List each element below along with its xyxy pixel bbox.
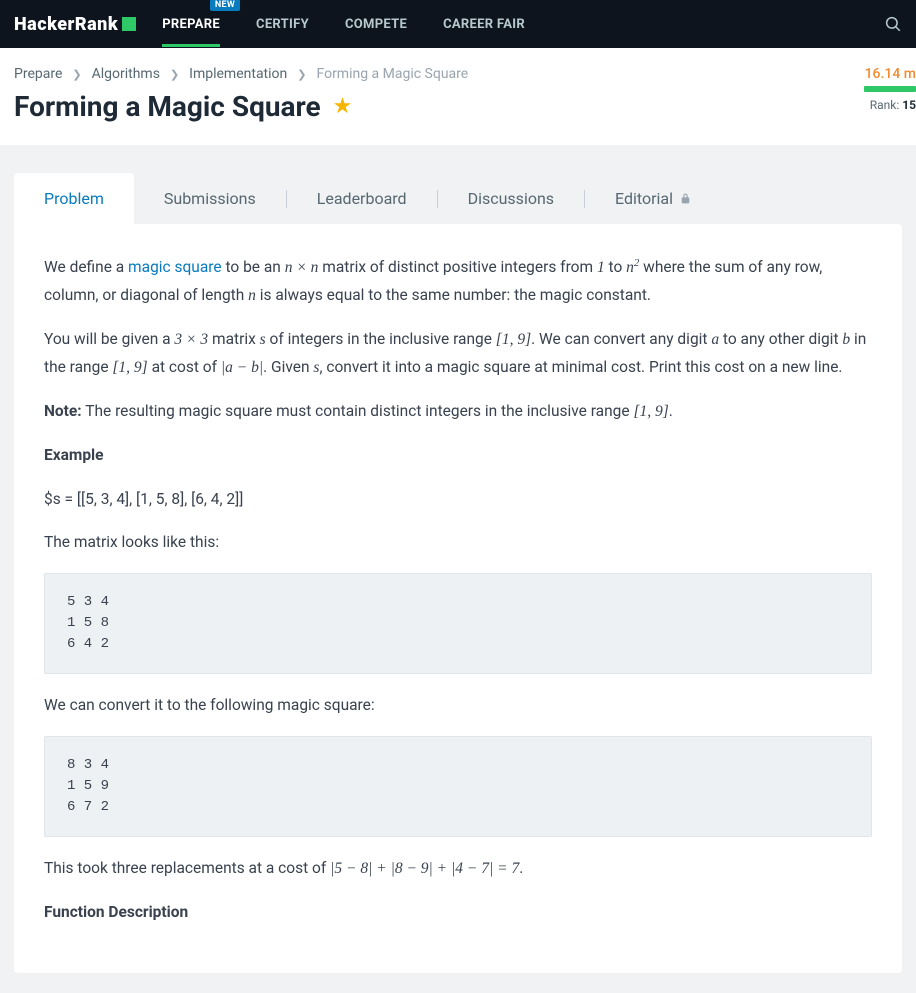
logo-text: HackerRank — [14, 14, 118, 35]
tab-discussions[interactable]: Discussions — [438, 173, 584, 224]
page-title: Forming a Magic Square — [14, 90, 321, 123]
logo[interactable]: HackerRank — [14, 14, 136, 35]
rank-box: 16.14 m Rank: 15 — [864, 66, 916, 112]
star-icon[interactable]: ★ — [333, 94, 353, 119]
rank-label: Rank: 15 — [864, 98, 916, 112]
tab-editorial[interactable]: Editorial — [585, 173, 722, 224]
lock-icon — [679, 192, 692, 205]
breadcrumb-algorithms[interactable]: Algorithms — [92, 66, 160, 82]
tab-submissions[interactable]: Submissions — [134, 173, 286, 224]
problem-content: We define a magic square to be an n × n … — [14, 224, 902, 973]
chevron-right-icon: ❯ — [170, 68, 179, 81]
matrix-after-block: 8 3 4 1 5 9 6 7 2 — [44, 736, 872, 837]
math-nxn: n × n — [285, 259, 319, 276]
definition-paragraph: We define a magic square to be an n × n … — [44, 254, 872, 310]
tab-problem[interactable]: Problem — [14, 173, 134, 224]
breadcrumb-current: Forming a Magic Square — [316, 66, 468, 82]
task-paragraph: You will be given a 3 × 3 matrix s of in… — [44, 326, 872, 382]
matrix-intro-text: The matrix looks like this: — [44, 529, 872, 557]
note-paragraph: Note: The resulting magic square must co… — [44, 398, 872, 426]
math-one: 1 — [597, 259, 605, 276]
math-n-squared: n2 — [626, 259, 639, 276]
convert-intro-text: We can convert it to the following magic… — [44, 692, 872, 720]
rank-progress-text: 16.14 m — [864, 66, 916, 82]
top-nav: HackerRank PREPARE NEW CERTIFY COMPETE C… — [0, 0, 916, 48]
nav-compete[interactable]: COMPETE — [345, 2, 407, 47]
breadcrumb-implementation[interactable]: Implementation — [189, 66, 287, 82]
tabs: Problem Submissions Leaderboard Discussi… — [14, 173, 902, 224]
main-nav: PREPARE NEW CERTIFY COMPETE CAREER FAIR — [162, 2, 525, 47]
search-icon[interactable] — [884, 15, 902, 33]
matrix-before-block: 5 3 4 1 5 8 6 4 2 — [44, 573, 872, 674]
math-n: n — [248, 287, 256, 304]
nav-prepare[interactable]: PREPARE NEW — [162, 2, 220, 47]
chevron-right-icon: ❯ — [297, 68, 306, 81]
cost-paragraph: This took three replacements at a cost o… — [44, 855, 872, 883]
tab-leaderboard[interactable]: Leaderboard — [287, 173, 437, 224]
breadcrumb-prepare[interactable]: Prepare — [14, 66, 62, 82]
new-badge: NEW — [210, 0, 240, 11]
chevron-right-icon: ❯ — [72, 68, 81, 81]
example-heading: Example — [44, 446, 104, 464]
logo-square-icon — [122, 17, 136, 31]
page-header: Prepare ❯ Algorithms ❯ Implementation ❯ … — [0, 48, 916, 145]
example-input: $s = [[5, 3, 4], [1, 5, 8], [6, 4, 2]] — [44, 486, 872, 514]
rank-progress-bar — [864, 86, 916, 92]
breadcrumb: Prepare ❯ Algorithms ❯ Implementation ❯ … — [14, 66, 902, 82]
nav-certify[interactable]: CERTIFY — [256, 2, 309, 47]
function-description-heading: Function Description — [44, 903, 188, 921]
magic-square-link[interactable]: magic square — [128, 258, 222, 276]
nav-career-fair[interactable]: CAREER FAIR — [443, 2, 525, 47]
